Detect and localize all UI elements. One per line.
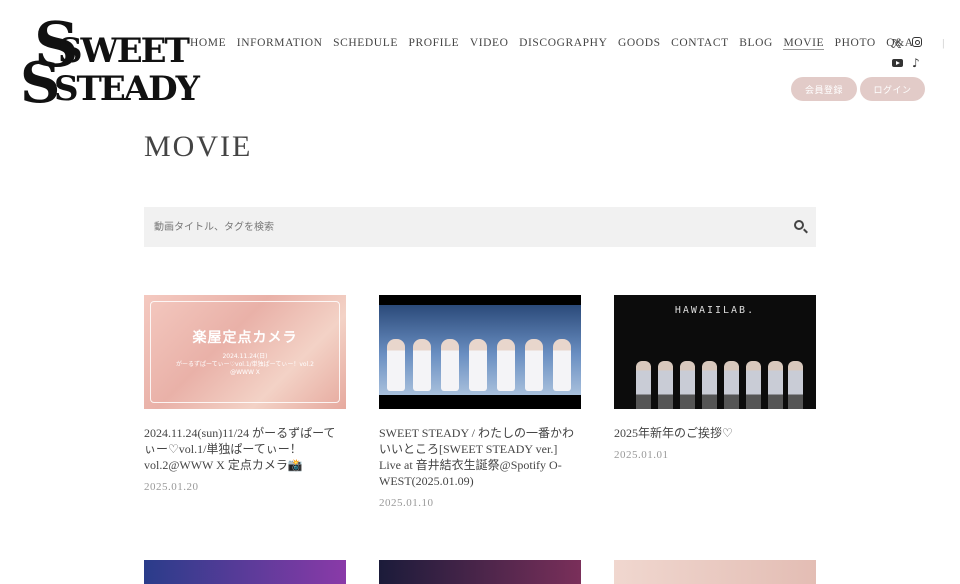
video-title[interactable]: 2024.11.24(sun)11/24 がーるずぱーてぃー♡vol.1/単独ぱ… (144, 425, 346, 473)
logo-line-1: SWEET (58, 31, 190, 71)
video-thumbnail[interactable]: 楽屋定点カメラ 2024.11.24(日) がーるずぱーてぃー♡vol.1/単独… (144, 295, 346, 409)
performer-figure (387, 339, 405, 391)
thumbnail-subtitle: 2024.11.24(日) がーるずぱーてぃー♡vol.1/単独ぱーてぃー！vo… (176, 353, 314, 376)
performer-figure (636, 361, 651, 409)
nav-home[interactable]: HOME (190, 37, 226, 50)
nav-information[interactable]: INFORMATION (237, 37, 323, 50)
x-icon[interactable]: 𝕏 (892, 37, 902, 51)
instagram-icon[interactable] (912, 37, 922, 47)
video-date: 2025.01.20 (144, 481, 199, 493)
performer-figure (702, 361, 717, 409)
video-thumbnail[interactable] (379, 560, 581, 584)
thumbnail-title: 楽屋定点カメラ (192, 330, 298, 346)
logo-line-2: STEADY (54, 69, 200, 109)
nav-separator: | (942, 37, 945, 49)
thumbnail-frame (150, 301, 340, 403)
performer-figure (746, 361, 761, 409)
nav-movie[interactable]: MOVIE (783, 37, 825, 50)
performer-figure (497, 339, 515, 391)
video-date: 2025.01.01 (614, 449, 669, 461)
performer-figure (724, 361, 739, 409)
video-thumbnail[interactable] (614, 560, 816, 584)
performer-figure (553, 339, 571, 391)
video-thumbnail[interactable] (144, 560, 346, 584)
performer-figure (413, 339, 431, 391)
performer-figure (788, 361, 803, 409)
performer-figure (658, 361, 673, 409)
search-input[interactable] (144, 207, 764, 247)
search-bar (144, 207, 816, 247)
performer-figure (680, 361, 695, 409)
video-thumbnail[interactable] (379, 295, 581, 409)
nav-discography[interactable]: DISCOGRAPHY (519, 37, 607, 50)
nav-schedule[interactable]: SCHEDULE (333, 37, 398, 50)
performer-figure (525, 339, 543, 391)
performer-figure (441, 339, 459, 391)
youtube-icon[interactable] (892, 59, 903, 67)
login-button[interactable]: ログイン (860, 77, 925, 101)
site-logo[interactable]: S S SWEET STEADY (20, 8, 200, 116)
nav-video[interactable]: VIDEO (470, 37, 509, 50)
nav-blog[interactable]: BLOG (739, 37, 773, 50)
video-card[interactable]: HAWAIILAB. 2025年新年のご挨拶♡ 2025.01.01 (614, 295, 816, 461)
page-title: MOVIE (144, 130, 253, 163)
nav-goods[interactable]: GOODS (618, 37, 661, 50)
video-title[interactable]: 2025年新年のご挨拶♡ (614, 425, 816, 441)
nav-contact[interactable]: CONTACT (671, 37, 729, 50)
thumbnail-logo-text: HAWAIILAB. (674, 305, 756, 316)
video-card[interactable]: 楽屋定点カメラ 2024.11.24(日) がーるずぱーてぃー♡vol.1/単独… (144, 295, 346, 493)
video-date: 2025.01.10 (379, 497, 434, 509)
register-button[interactable]: 会員登録 (791, 77, 857, 101)
nav-profile[interactable]: PROFILE (408, 37, 459, 50)
tiktok-icon[interactable]: ♪ (912, 56, 920, 70)
main-nav: HOME INFORMATION SCHEDULE PROFILE VIDEO … (190, 37, 954, 50)
search-icon[interactable] (794, 220, 804, 230)
nav-photo[interactable]: PHOTO (835, 37, 876, 50)
video-thumbnail[interactable]: HAWAIILAB. (614, 295, 816, 409)
video-title[interactable]: SWEET STEADY / わたしの一番かわいいところ[SWEET STEAD… (379, 425, 581, 489)
performer-figure (768, 361, 783, 409)
video-card[interactable]: SWEET STEADY / わたしの一番かわいいところ[SWEET STEAD… (379, 295, 581, 509)
performer-figure (469, 339, 487, 391)
